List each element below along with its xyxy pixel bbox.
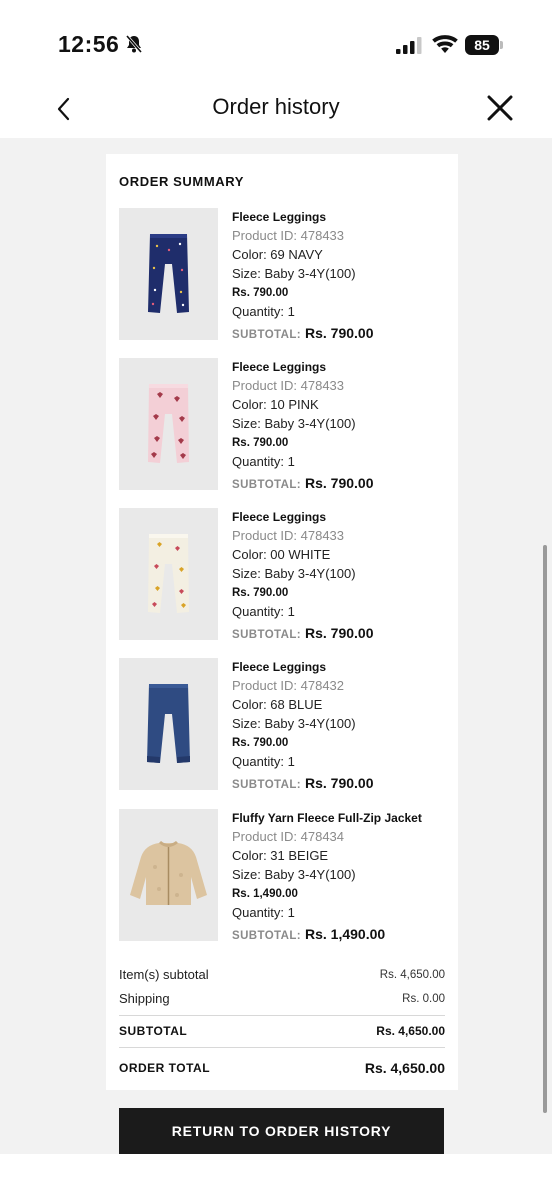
item-subtotal-label: SUBTOTAL: [232, 779, 301, 791]
navy-leggings-image [148, 234, 189, 313]
product-image[interactable] [119, 358, 218, 490]
order-item[interactable]: Fleece Leggings Product ID: 478432 Color… [119, 658, 452, 791]
close-icon[interactable] [485, 93, 515, 123]
nav-bar: Order history [0, 84, 552, 138]
product-name[interactable]: Fleece Leggings [232, 659, 452, 676]
product-size: Size: Baby 3-4Y(100) [232, 266, 356, 281]
product-color: Color: 10 PINK [232, 397, 319, 412]
product-id: Product ID: 478434 [232, 829, 345, 844]
product-name[interactable]: Fleece Leggings [232, 509, 452, 526]
bottom-area [0, 1154, 552, 1200]
items-subtotal-value: Rs. 4,650.00 [379, 969, 445, 981]
order-item[interactable]: Fluffy Yarn Fleece Full-Zip Jacket Produ… [119, 809, 452, 942]
item-subtotal-label: SUBTOTAL: [232, 930, 301, 942]
product-quantity: Quantity: 1 [232, 754, 295, 769]
order-summary-card: ORDER SUMMARY Fleece Leggings Product ID… [106, 154, 458, 1090]
order-total-label: ORDER TOTAL [119, 1061, 211, 1075]
product-id: Product ID: 478433 [232, 528, 345, 543]
product-name[interactable]: Fleece Leggings [232, 359, 452, 376]
shipping-label: Shipping [119, 991, 170, 1006]
product-size: Size: Baby 3-4Y(100) [232, 867, 356, 882]
order-total-value: Rs. 4,650.00 [364, 1060, 445, 1076]
order-total-row: ORDER TOTAL Rs. 4,650.00 [119, 1058, 445, 1078]
product-image[interactable] [119, 208, 218, 340]
pink-leggings-image [148, 384, 189, 463]
wifi-icon [432, 35, 458, 53]
product-image[interactable] [119, 508, 218, 640]
beige-jacket-image [130, 841, 207, 905]
product-price: Rs. 1,490.00 [232, 888, 298, 900]
product-quantity: Quantity: 1 [232, 454, 295, 469]
product-price: Rs. 790.00 [232, 737, 289, 749]
item-subtotal-value: Rs. 790.00 [304, 325, 374, 341]
signal-icon [396, 37, 422, 54]
product-quantity: Quantity: 1 [232, 304, 295, 319]
item-subtotal: SUBTOTAL: Rs. 1,490.00 [232, 923, 452, 945]
item-subtotal-value: Rs. 790.00 [304, 775, 374, 791]
scrollbar[interactable] [543, 545, 547, 1113]
item-subtotal: SUBTOTAL: Rs. 790.00 [232, 622, 452, 644]
item-subtotal: SUBTOTAL: Rs. 790.00 [232, 322, 452, 344]
order-item[interactable]: Fleece Leggings Product ID: 478433 Color… [119, 358, 452, 491]
subtotal-label: SUBTOTAL [119, 1024, 188, 1038]
product-image[interactable] [119, 658, 218, 790]
product-price: Rs. 790.00 [232, 287, 289, 299]
status-bar: 12:56 85 [0, 0, 552, 84]
order-summary-title: ORDER SUMMARY [119, 174, 245, 189]
product-id: Product ID: 478433 [232, 378, 345, 393]
product-price: Rs. 790.00 [232, 587, 289, 599]
product-color: Color: 00 WHITE [232, 547, 331, 562]
item-subtotal: SUBTOTAL: Rs. 790.00 [232, 772, 452, 794]
items-subtotal-label: Item(s) subtotal [119, 967, 209, 982]
product-color: Color: 69 NAVY [232, 247, 323, 262]
status-time: 12:56 [58, 31, 120, 57]
item-subtotal-value: Rs. 790.00 [304, 625, 374, 641]
product-quantity: Quantity: 1 [232, 905, 295, 920]
item-subtotal-label: SUBTOTAL: [232, 629, 301, 641]
battery-level: 85 [465, 35, 499, 55]
white-leggings-image [148, 534, 189, 613]
item-subtotal-value: Rs. 1,490.00 [304, 926, 386, 942]
item-subtotal: SUBTOTAL: Rs. 790.00 [232, 472, 452, 494]
subtotal-row: SUBTOTAL Rs. 4,650.00 [119, 1022, 445, 1040]
order-item[interactable]: Fleece Leggings Product ID: 478433 Color… [119, 508, 452, 641]
page-title: Order history [212, 94, 340, 119]
shipping-row: Shipping Rs. 0.00 [119, 990, 445, 1008]
product-size: Size: Baby 3-4Y(100) [232, 416, 356, 431]
divider [119, 1047, 445, 1048]
item-subtotal-label: SUBTOTAL: [232, 479, 301, 491]
product-color: Color: 68 BLUE [232, 697, 323, 712]
product-name[interactable]: Fluffy Yarn Fleece Full-Zip Jacket [232, 810, 452, 827]
order-item[interactable]: Fleece Leggings Product ID: 478433 Color… [119, 208, 452, 341]
product-name[interactable]: Fleece Leggings [232, 209, 452, 226]
product-image[interactable] [119, 809, 218, 941]
product-id: Product ID: 478432 [232, 678, 345, 693]
product-quantity: Quantity: 1 [232, 604, 295, 619]
item-subtotal-label: SUBTOTAL: [232, 329, 301, 341]
shipping-value: Rs. 0.00 [402, 993, 445, 1005]
product-id: Product ID: 478433 [232, 228, 345, 243]
product-size: Size: Baby 3-4Y(100) [232, 566, 356, 581]
item-subtotal-value: Rs. 790.00 [304, 475, 374, 491]
return-to-order-history-button[interactable]: RETURN TO ORDER HISTORY [119, 1108, 444, 1154]
product-price: Rs. 790.00 [232, 437, 289, 449]
items-subtotal-row: Item(s) subtotal Rs. 4,650.00 [119, 966, 445, 984]
battery-icon: 85 [465, 35, 503, 55]
bell-slash-icon [125, 35, 143, 53]
product-color: Color: 31 BEIGE [232, 848, 329, 863]
product-size: Size: Baby 3-4Y(100) [232, 716, 356, 731]
subtotal-value: Rs. 4,650.00 [376, 1024, 445, 1038]
blue-leggings-image [147, 684, 190, 763]
divider [119, 1015, 445, 1016]
